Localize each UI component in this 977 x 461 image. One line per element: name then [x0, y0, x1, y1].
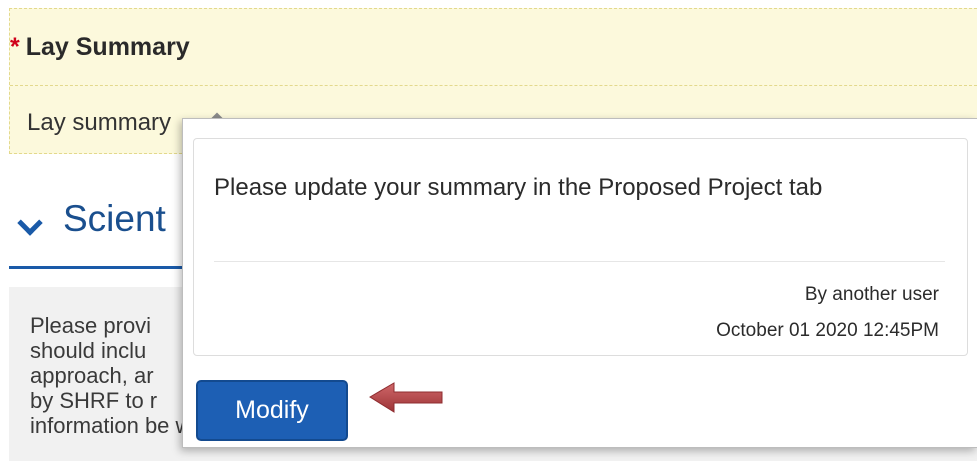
comment-popup: Please update your summary in the Propos… [182, 118, 977, 448]
left-arrow-icon [369, 382, 443, 413]
required-marker: * [10, 33, 20, 61]
section-title: Scient [63, 198, 166, 239]
field-divider [10, 85, 977, 86]
comment-card: Please update your summary in the Propos… [193, 138, 968, 356]
comment-text: Please update your summary in the Propos… [214, 174, 823, 201]
comment-divider [214, 261, 945, 262]
comment-timestamp: October 01 2020 12:45PM [716, 320, 939, 341]
lay-summary-label: * Lay Summary [10, 33, 190, 62]
comment-author: By another user [804, 284, 939, 305]
modify-button[interactable]: Modify [196, 380, 348, 441]
chevron-down-icon[interactable] [17, 210, 43, 236]
lay-summary-value[interactable]: Lay summary [27, 109, 171, 137]
form-page: * Lay Summary Lay summary Scient Please p… [0, 0, 977, 461]
lay-summary-title: Lay Summary [25, 33, 190, 61]
